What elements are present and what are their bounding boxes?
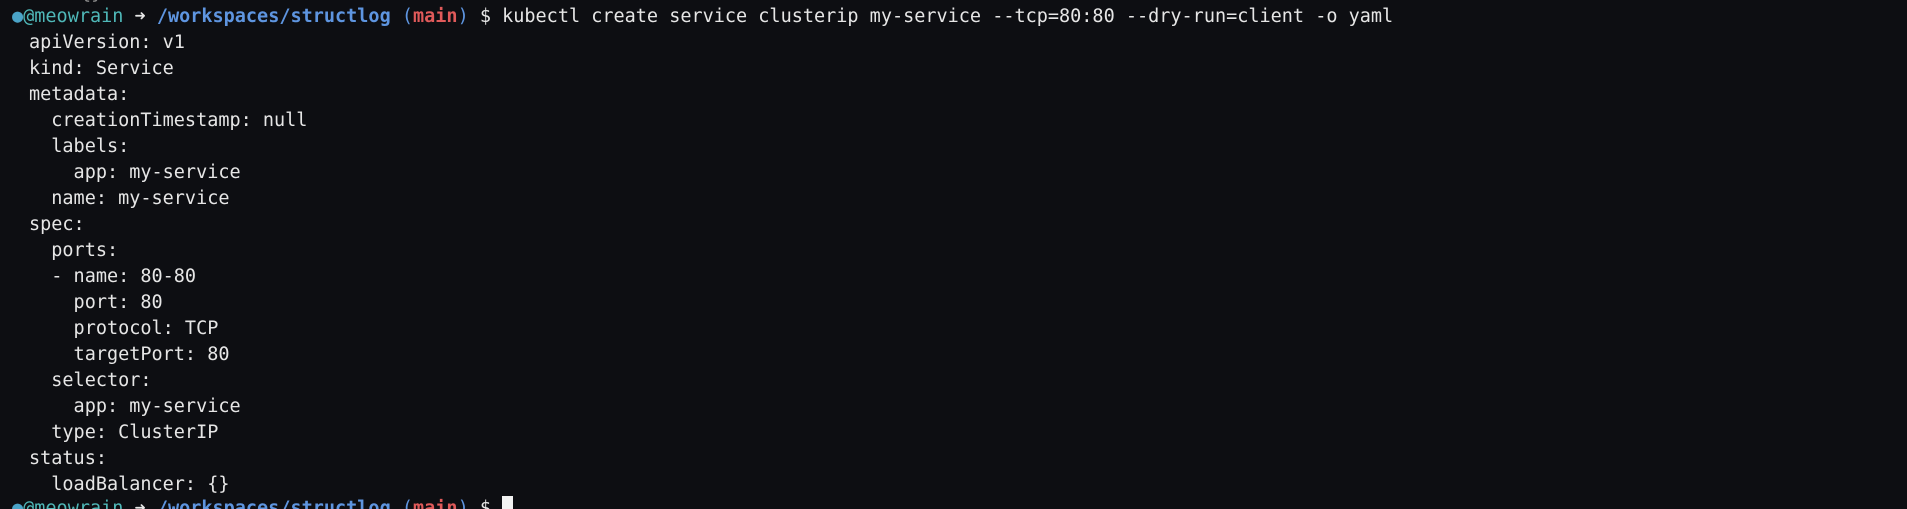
output-line: - name: 80-80 [29,266,197,287]
output-line: port: 80 [29,292,163,313]
output-line: metadata: [29,84,130,105]
command-prompt-line: ●@meowrain ➜ /workspaces/structlog (main… [0,4,1907,30]
output-line: creationTimestamp: null [29,110,308,131]
prompt-symbol: $ [479,6,491,27]
arrow-icon: ➜ [134,498,146,509]
terminal-window[interactable]: {} ●@meowrain ➜ /workspaces/structlog (m… [0,0,1907,509]
branch-paren-open: ( [401,498,413,509]
output-line: apiVersion: v1 [29,32,185,53]
output-line: kind: Service [29,58,174,79]
text-cursor[interactable] [502,496,514,509]
prompt-user: @meowrain [23,498,124,509]
output-line: labels: [29,136,130,157]
prompt-path: /workspaces/structlog [156,498,391,509]
scrolled-output-fragment: {} [80,0,102,7]
output-line: app: my-service [29,396,241,417]
branch-paren-close: ) [457,6,469,27]
next-prompt-line[interactable]: ●@meowrain ➜ /workspaces/structlog (main… [12,496,514,509]
git-branch: main [413,6,458,27]
output-line: loadBalancer: {} [29,474,230,495]
output-line: selector: [29,370,152,391]
arrow-icon: ➜ [134,6,146,27]
branch-paren-open: ( [401,6,413,27]
output-line: protocol: TCP [29,318,219,339]
prompt-user: @meowrain [23,6,124,27]
output-line: status: [29,448,107,469]
output-line: app: my-service [29,162,241,183]
git-branch: main [413,498,458,509]
output-line: spec: [29,214,85,235]
prompt-path: /workspaces/structlog [156,6,391,27]
output-line: type: ClusterIP [29,422,219,443]
command-text: kubectl create service clusterip my-serv… [502,6,1394,27]
bullet-icon: ● [12,6,24,27]
output-line: ports: [29,240,119,261]
prompt-symbol: $ [479,498,491,509]
branch-paren-close: ) [457,498,469,509]
output-line: name: my-service [29,188,230,209]
output-line: targetPort: 80 [29,344,230,365]
bullet-icon: ● [12,498,24,509]
